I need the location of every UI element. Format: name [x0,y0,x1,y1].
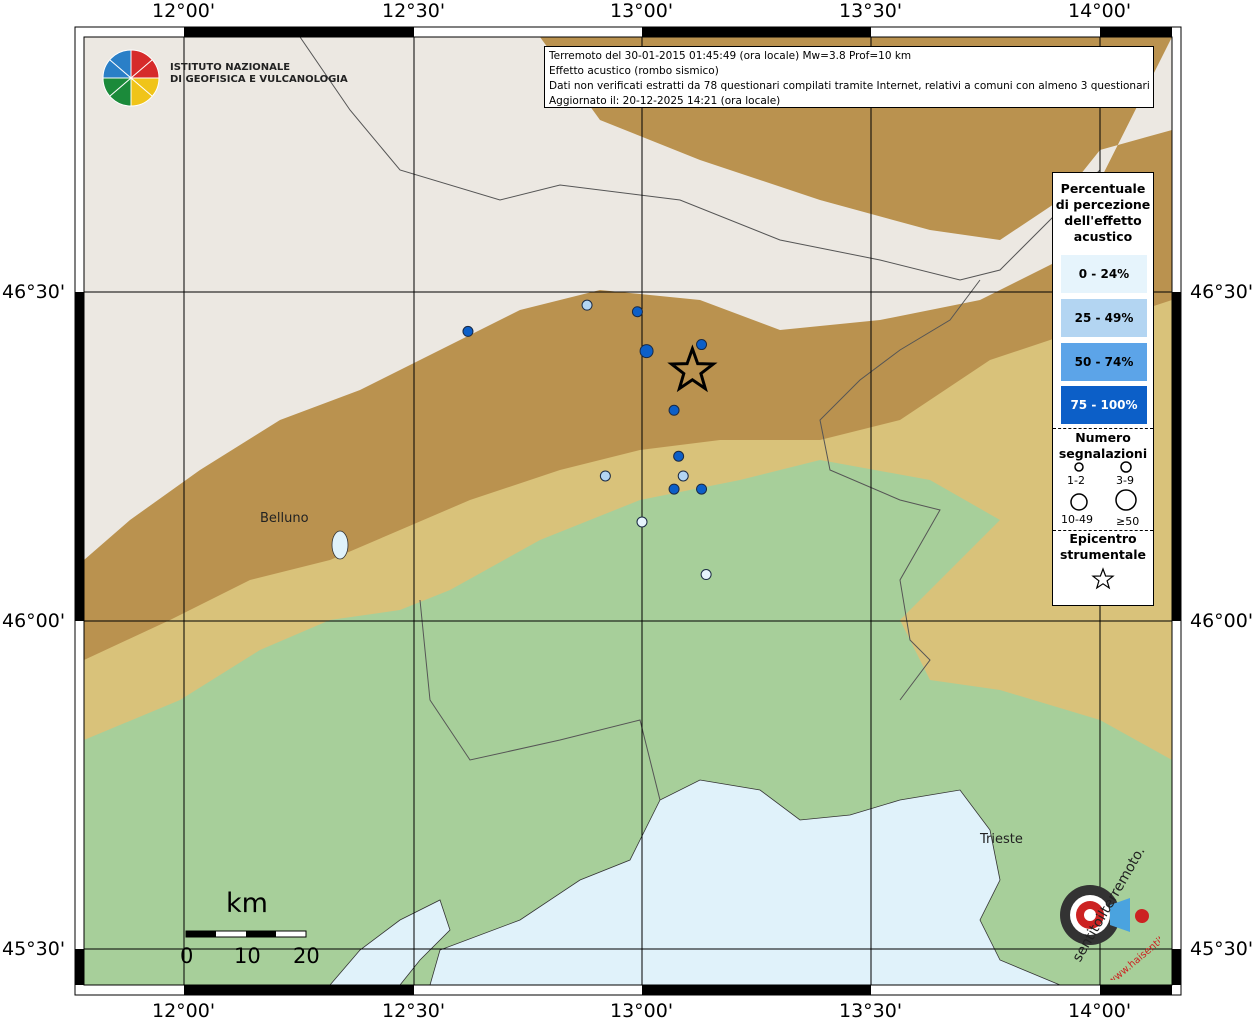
scale-tick-label: 0 [180,944,194,968]
watermark-url: www.haisentito [1106,930,1160,980]
left-lat-label: 46°30' [2,281,66,303]
observation-point [668,483,680,495]
legend-title-line: di percezione [1055,197,1151,212]
legend-epi-line: strumentale [1059,547,1147,562]
event-info-box: Terremoto del 30-01-2015 01:45:49 (ora l… [544,46,1154,108]
legend-epicenter-title: Epicentro strumentale [1053,531,1153,563]
legend-class-1: 25 - 49% [1061,299,1147,337]
bottom-lon-label: 13°30' [839,1000,903,1022]
left-lat-label: 46°00' [2,610,66,632]
scale-unit: km [226,888,268,919]
bottom-lon-label: 12°30' [382,1000,446,1022]
top-lon-label: 13°00' [610,0,674,22]
bottom-lon-label: 13°00' [610,1000,674,1022]
legend: Percentuale di percezione dell'effetto a… [1052,172,1154,606]
event-note: Dati non verificati estratti da 78 quest… [549,80,1149,92]
target-icon: sentitoilterremoto.it www.haisentito [1060,835,1172,988]
legend-title-line: acustico [1073,229,1133,244]
legend-class-3: 75 - 100% [1061,386,1147,424]
legend-title-line: Percentuale [1060,181,1146,196]
observation-point [636,516,648,528]
left-lat-label: 45°30' [2,938,66,960]
observation-point [462,325,474,337]
top-lon-label: 14°00' [1068,0,1132,22]
globe-icon [102,49,160,107]
sentitoilterremoto-logo: sentitoilterremoto.it www.haisentito [1030,835,1172,988]
star-icon [1091,567,1115,590]
observation-point [599,470,611,482]
scale-bar [185,930,307,938]
ingv-logo: ISTITUTO NAZIONALE DI GEOFISICA E VULCAN… [100,48,348,108]
legend-class-2: 50 - 74% [1061,343,1147,381]
top-lon-label: 13°30' [839,0,903,22]
legend-divider [1053,428,1153,429]
observation-point [631,306,643,318]
city-label-belluno: Belluno [260,511,309,526]
right-lat-label: 46°30' [1190,281,1254,303]
lake [331,530,349,560]
legend-title: Percentuale di percezione dell'effetto a… [1053,181,1153,245]
bottom-lon-label: 14°00' [1068,1000,1132,1022]
legend-title-line: dell'effetto [1064,213,1142,228]
bottom-lon-label: 12°00' [152,1000,216,1022]
right-lat-label: 45°30' [1190,938,1254,960]
legend-size-label: 10-49 [1061,513,1093,526]
legend-size-label: 1-2 [1067,474,1085,487]
observation-point [696,339,708,351]
city-label-trieste: Trieste [980,832,1023,847]
event-title: Terremoto del 30-01-2015 01:45:49 (ora l… [549,50,912,62]
logo-line-1: ISTITUTO NAZIONALE [170,62,291,73]
observation-point [673,450,685,462]
legend-count-line: Numero [1075,430,1131,445]
legend-class-0: 0 - 24% [1061,255,1147,293]
observation-point [696,483,708,495]
observation-point [639,344,654,359]
scale-tick-label: 20 [293,944,320,968]
top-lon-label: 12°00' [152,0,216,22]
legend-size-label: ≥50 [1116,515,1140,528]
observation-point [668,404,680,416]
logo-line-2: DI GEOFISICA E VULCANOLOGIA [170,74,348,85]
legend-epi-line: Epicentro [1069,531,1137,546]
observation-point [581,299,593,311]
event-updated: Aggiornato il: 20-12-2025 14:21 (ora loc… [549,95,781,107]
observation-point [700,569,712,581]
legend-size-label: 3-9 [1116,474,1134,487]
observation-point [677,470,689,482]
event-effect: Effetto acustico (rombo sismico) [549,65,719,77]
scale-tick-label: 10 [234,944,261,968]
right-lat-label: 46°00' [1190,610,1254,632]
top-lon-label: 12°30' [382,0,446,22]
